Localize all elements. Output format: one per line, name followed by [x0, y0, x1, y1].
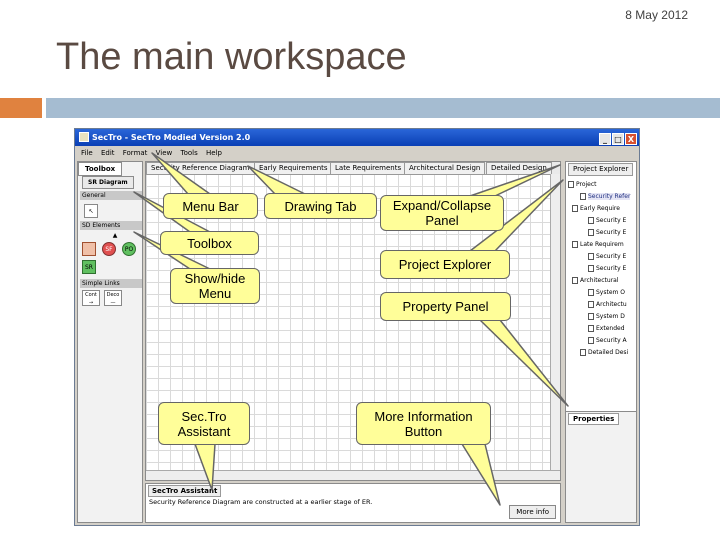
tree-item[interactable]: System D: [588, 313, 625, 320]
project-explorer-panel: Project Explorer Project Security Refer …: [565, 161, 637, 417]
collapse-arrow-icon[interactable]: ▲: [108, 231, 122, 240]
properties-tab[interactable]: Properties: [568, 413, 620, 425]
window-titlebar: SecTro - SecTro Modied Version 2.0 _ □ X: [75, 129, 639, 146]
tree-item[interactable]: Architectural: [572, 277, 619, 284]
tree-item-label: Architectu: [596, 301, 627, 308]
tab-security-reference[interactable]: Security Reference Diagram: [146, 162, 255, 175]
tree-item-label: Architectural: [580, 277, 619, 284]
folder-icon: [572, 205, 578, 212]
slide-title: The main workspace: [56, 36, 407, 78]
menu-bar: File Edit Format View Tools Help: [75, 147, 639, 160]
slide-date: 8 May 2012: [625, 8, 688, 22]
toolbox-tab[interactable]: Toolbox: [78, 162, 123, 176]
section-sd-elements[interactable]: SD Elements: [80, 221, 142, 230]
menu-tools[interactable]: Tools: [181, 149, 198, 157]
po-tool-icon[interactable]: PO: [122, 242, 136, 256]
tree-item[interactable]: System O: [588, 289, 625, 296]
tree-item-label: Security Refer: [588, 193, 631, 200]
file-icon: [588, 337, 594, 344]
window-controls: _ □ X: [598, 131, 637, 148]
section-general[interactable]: General: [80, 191, 142, 200]
sr-tool-icon[interactable]: SR: [82, 260, 96, 274]
file-icon: [580, 349, 586, 356]
tree-item-label: Extended: [596, 325, 625, 332]
horizontal-scrollbar[interactable]: [146, 470, 560, 480]
tab-architectural-design[interactable]: Architectural Design: [404, 162, 486, 175]
sectro-window: SecTro - SecTro Modied Version 2.0 _ □ X F…: [74, 128, 640, 526]
section-simple-links[interactable]: Simple Links: [80, 279, 142, 288]
tree-item[interactable]: Project: [568, 181, 597, 188]
tree-item-label: Early Require: [580, 205, 620, 212]
accent-bar-blue: [46, 98, 720, 118]
tab-detailed-design[interactable]: Detailed Design: [486, 162, 552, 175]
tree-item[interactable]: Architectu: [588, 301, 627, 308]
window-title: SecTro - SecTro Modied Version 2.0: [92, 133, 251, 142]
menu-format[interactable]: Format: [123, 149, 148, 157]
tab-early-requirements[interactable]: Early Requirements: [254, 162, 333, 175]
properties-panel: Properties: [565, 411, 637, 523]
assistant-text: Security Reference Diagram are construct…: [149, 498, 373, 506]
drawing-canvas[interactable]: Security Reference Diagram Early Require…: [145, 161, 561, 481]
app-logo-icon: [79, 132, 89, 142]
menu-help[interactable]: Help: [206, 149, 222, 157]
assistant-panel: SecTro Assistant Security Reference Diag…: [145, 483, 561, 523]
tree-item[interactable]: Security E: [588, 229, 626, 236]
tree-item-label: Security E: [596, 217, 627, 224]
cont-link-label: Cont: [85, 292, 97, 298]
deco-link-icon[interactable]: Deco —: [104, 290, 122, 306]
tree-item-label: Security A: [596, 337, 627, 344]
file-icon: [588, 217, 594, 224]
file-icon: [588, 301, 594, 308]
menu-edit[interactable]: Edit: [101, 149, 115, 157]
sr-diagram-tab[interactable]: SR Diagram: [82, 176, 134, 189]
folder-icon: [568, 181, 574, 188]
minimize-button[interactable]: _: [599, 133, 611, 145]
tab-late-requirements[interactable]: Late Requirements: [330, 162, 407, 175]
file-icon: [588, 325, 594, 332]
file-icon: [588, 313, 594, 320]
tree-item[interactable]: Security E: [588, 265, 626, 272]
tree-item-label: Security E: [596, 253, 627, 260]
tree-item[interactable]: Security E: [588, 217, 626, 224]
maximize-button[interactable]: □: [612, 133, 624, 145]
more-info-button[interactable]: More info: [509, 505, 556, 519]
tree-item[interactable]: Security Refer: [580, 193, 631, 200]
file-icon: [588, 253, 594, 260]
tree-item-label: System O: [596, 289, 626, 296]
file-icon: [588, 289, 594, 296]
menu-view[interactable]: View: [156, 149, 173, 157]
pointer-tool-icon[interactable]: ↖: [84, 204, 98, 218]
tree-item[interactable]: Security E: [588, 253, 626, 260]
toolbox-panel: Toolbox SR Diagram General ↖ SD Elements…: [77, 161, 143, 523]
drawing-tabs: Security Reference Diagram Early Require…: [146, 162, 560, 175]
file-icon: [588, 265, 594, 272]
accent-bar-orange: [0, 98, 42, 118]
menu-file[interactable]: File: [81, 149, 93, 157]
tree-item-label: Project: [576, 181, 597, 188]
folder-icon: [572, 241, 578, 248]
assistant-tab[interactable]: SecTro Assistant: [148, 485, 222, 497]
tree-item-label: Late Requirem: [580, 241, 624, 248]
tree-item[interactable]: Early Require: [572, 205, 620, 212]
cont-link-icon[interactable]: Cont →: [82, 290, 100, 306]
file-icon: [580, 193, 586, 200]
tree-item[interactable]: Security A: [588, 337, 627, 344]
hexagon-tool-icon[interactable]: [82, 242, 96, 256]
sf-tool-icon[interactable]: SF: [102, 242, 116, 256]
tree-item-label: Security E: [596, 265, 627, 272]
file-icon: [588, 229, 594, 236]
tree-item[interactable]: Extended: [588, 325, 625, 332]
tree-item-label: Security E: [596, 229, 627, 236]
vertical-scrollbar[interactable]: [550, 174, 560, 470]
project-explorer-tab[interactable]: Project Explorer: [568, 163, 634, 176]
tree-item[interactable]: Late Requirem: [572, 241, 624, 248]
tree-item-label: Detailed Desi: [588, 349, 629, 356]
deco-link-label: Deco: [106, 292, 120, 298]
folder-icon: [572, 277, 578, 284]
close-button[interactable]: X: [625, 133, 637, 145]
tree-item-label: System D: [596, 313, 625, 320]
tree-item[interactable]: Detailed Desi: [580, 349, 628, 356]
